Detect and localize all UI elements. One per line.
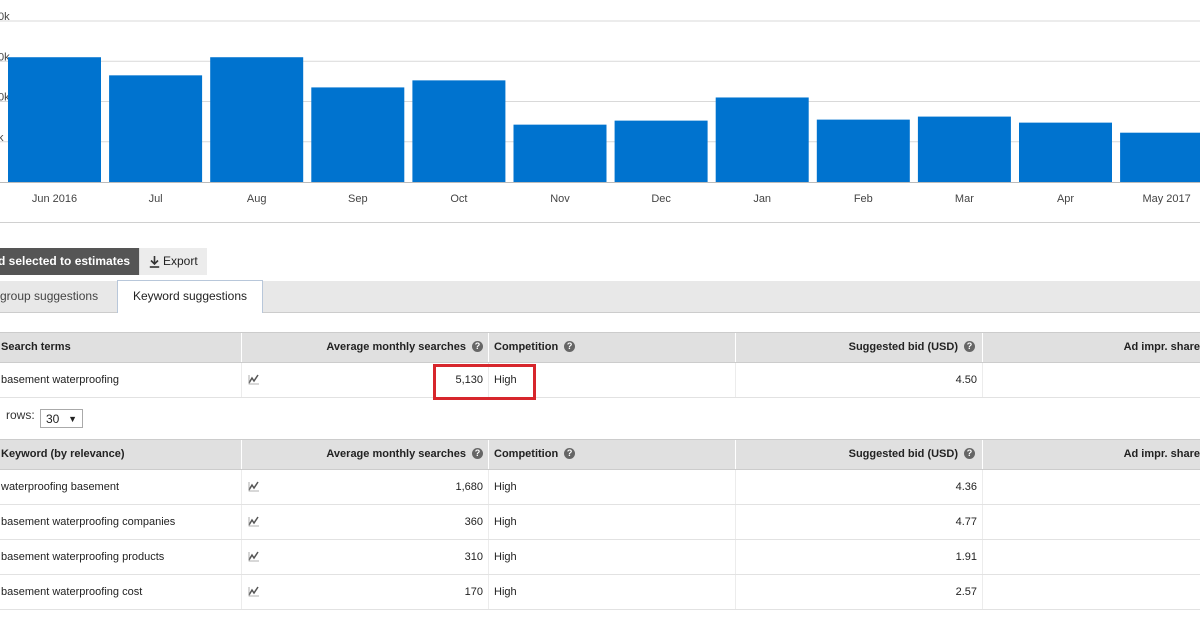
avg-searches-cell: 1,680	[455, 481, 483, 493]
x-tick-label: Jun 2016	[32, 193, 77, 205]
col-ad-impr-share[interactable]: Ad impr. share	[990, 333, 1200, 362]
table-row[interactable]: basement waterproofing companies 360 High 4…	[0, 505, 1200, 540]
rows-label: rows:	[6, 408, 35, 422]
x-tick-label: Oct	[450, 193, 467, 205]
help-icon[interactable]: ?	[472, 447, 483, 459]
col-keyword-relevance[interactable]: Keyword (by relevance)	[1, 440, 125, 469]
trend-chart-icon[interactable]	[248, 374, 260, 385]
help-icon[interactable]: ?	[564, 340, 576, 352]
x-tick-label: Mar	[955, 193, 974, 205]
competition-cell: High	[494, 551, 517, 563]
help-icon[interactable]: ?	[964, 340, 975, 352]
x-tick-label: May 2017	[1142, 193, 1190, 205]
col-avg-monthly-searches[interactable]: Average monthly searches?	[250, 440, 483, 469]
bar[interactable]	[715, 97, 809, 182]
download-icon	[149, 256, 160, 268]
col-competition-label: Competition	[494, 448, 559, 460]
x-tick-label: Feb	[854, 193, 873, 205]
col-bid-label: Suggested bid (USD)	[848, 448, 958, 460]
avg-searches-cell: 310	[464, 551, 483, 563]
tab-ad-group-suggestions[interactable]: group suggestions	[0, 281, 98, 312]
y-tick-label: k	[0, 132, 4, 144]
col-ad-impr-share[interactable]: Ad impr. share	[990, 440, 1200, 469]
y-tick-label: 0k	[0, 11, 10, 23]
col-bid-label: Suggested bid (USD)	[848, 341, 958, 353]
bar[interactable]	[1120, 132, 1200, 182]
suggested-bid-cell: 4.50	[955, 374, 977, 386]
bar[interactable]	[311, 87, 405, 182]
bar[interactable]	[614, 120, 708, 182]
help-icon[interactable]: ?	[964, 447, 975, 459]
suggested-bid-cell: 2.57	[955, 586, 977, 598]
trend-chart-icon[interactable]	[248, 586, 260, 597]
add-selected-to-estimates-button[interactable]: d selected to estimates	[0, 248, 139, 275]
rows-per-page-select[interactable]: 30 ▼	[40, 409, 83, 428]
x-tick-label: Aug	[247, 193, 267, 205]
col-avg-label: Average monthly searches	[326, 341, 466, 353]
competition-cell: High	[494, 481, 517, 493]
highlight-box	[433, 364, 536, 400]
bar[interactable]	[1019, 122, 1112, 182]
col-avg-label: Average monthly searches	[326, 448, 466, 460]
suggested-bid-cell: 4.36	[955, 481, 977, 493]
export-label: Export	[163, 254, 198, 268]
keyword-table-header: Keyword (by relevance) Average monthly s…	[0, 439, 1200, 470]
col-competition[interactable]: Competition?	[494, 440, 576, 469]
keyword-cell: basement waterproofing products	[1, 551, 165, 563]
bar[interactable]	[513, 124, 607, 182]
add-selected-label: d selected to estimates	[0, 254, 131, 268]
competition-cell: High	[494, 516, 517, 528]
col-suggested-bid[interactable]: Suggested bid (USD)?	[740, 333, 975, 362]
col-competition-label: Competition	[494, 341, 559, 353]
x-tick-label: Nov	[550, 193, 570, 205]
bar[interactable]	[109, 75, 203, 182]
export-button[interactable]: Export	[139, 248, 207, 275]
col-search-terms[interactable]: Search terms	[1, 333, 71, 362]
table-row[interactable]: waterproofing basement 1,680 High 4.36	[0, 470, 1200, 505]
trend-chart-icon[interactable]	[248, 516, 260, 527]
suggested-bid-cell: 1.91	[955, 551, 977, 563]
bar[interactable]	[8, 57, 101, 182]
x-tick-label: Sep	[348, 193, 368, 205]
help-icon[interactable]: ?	[564, 447, 576, 459]
x-tick-label: Jan	[753, 193, 771, 205]
keyword-cell: waterproofing basement	[1, 481, 120, 493]
tab-keyword-suggestions[interactable]: Keyword suggestions	[117, 280, 263, 313]
bar[interactable]	[917, 116, 1011, 182]
col-suggested-bid[interactable]: Suggested bid (USD)?	[740, 440, 975, 469]
col-competition[interactable]: Competition?	[494, 333, 576, 362]
bar[interactable]	[816, 119, 910, 182]
table-row[interactable]: basement waterproofing 5,130 High 4.50	[0, 363, 1200, 398]
table-row[interactable]: basement waterproofing cost 170 High 2.57	[0, 575, 1200, 610]
suggested-bid-cell: 4.77	[955, 516, 977, 528]
x-tick-label: Apr	[1057, 193, 1074, 205]
search-terms-header: Search terms Average monthly searches? C…	[0, 332, 1200, 363]
avg-searches-cell: 360	[464, 516, 483, 528]
table-row[interactable]: basement waterproofing products 310 High 1.…	[0, 540, 1200, 575]
keyword-cell: basement waterproofing cost	[1, 586, 143, 598]
trend-chart-icon[interactable]	[248, 551, 260, 562]
bar[interactable]	[412, 80, 506, 182]
rows-value: 30	[46, 412, 60, 426]
x-tick-label: Dec	[651, 193, 671, 205]
x-tick-label: Jul	[149, 193, 163, 205]
keyword-cell: basement waterproofing	[1, 374, 120, 386]
competition-cell: High	[494, 586, 517, 598]
avg-searches-cell: 170	[464, 586, 483, 598]
keyword-cell: basement waterproofing companies	[1, 516, 176, 528]
bar[interactable]	[210, 57, 304, 182]
col-avg-monthly-searches[interactable]: Average monthly searches?	[250, 333, 483, 362]
monthly-searches-bar-chart: 0k0k0kkJun 2016 Jul Aug Sep Oct Nov Dec Jan Feb M…	[0, 11, 1200, 205]
trend-chart-icon[interactable]	[248, 481, 260, 492]
help-icon[interactable]: ?	[472, 340, 483, 352]
chart-divider	[0, 222, 1200, 223]
dropdown-arrow-icon: ▼	[68, 414, 77, 424]
